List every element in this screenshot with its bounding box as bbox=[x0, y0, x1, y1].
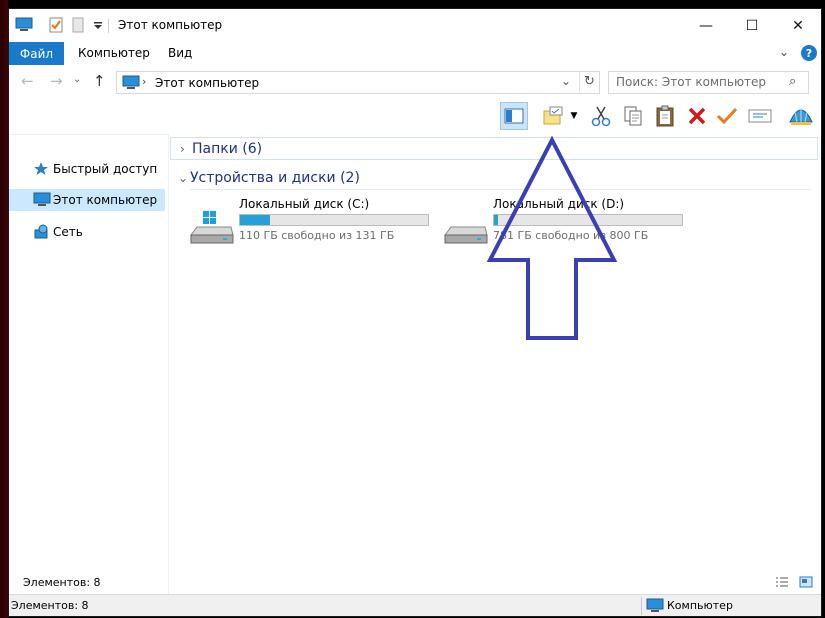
address-row: ← → ⌄ ↑ › Этот компьютер ⌄ ↻ ⌕ bbox=[9, 68, 821, 98]
drive-name: Локальный диск (D:) bbox=[493, 197, 625, 211]
navigation-pane-button[interactable] bbox=[500, 102, 528, 130]
nav-item-this-pc[interactable]: Этот компьютер bbox=[9, 189, 165, 211]
drive-icon bbox=[443, 211, 489, 248]
group-title: Папки (6) bbox=[192, 141, 263, 157]
explorer-window: Этот компьютер — ☐ ✕ Файл Компьютер Вид … bbox=[8, 8, 822, 617]
pane-splitter[interactable] bbox=[168, 134, 169, 594]
network-icon bbox=[33, 224, 49, 243]
new-folder-button[interactable] bbox=[539, 102, 567, 130]
drive-usage-bar bbox=[239, 214, 429, 226]
properties-icon bbox=[748, 109, 772, 123]
new-folder-quick-icon[interactable] bbox=[72, 17, 84, 36]
group-divider bbox=[190, 189, 811, 190]
search-input[interactable] bbox=[616, 75, 786, 89]
refresh-icon[interactable]: ↻ bbox=[584, 74, 595, 89]
titlebar-separator bbox=[108, 19, 109, 33]
group-title: Устройства и диски (2) bbox=[190, 170, 360, 186]
search-icon[interactable]: ⌕ bbox=[789, 74, 796, 89]
outer-status-bar: Элементов: 8 Компьютер bbox=[9, 594, 821, 616]
ribbon-tabs: Файл Компьютер Вид ⌄ ? bbox=[9, 42, 821, 65]
address-bar[interactable]: › Этот компьютер ⌄ ↻ bbox=[116, 71, 600, 94]
breadcrumb[interactable]: Этот компьютер bbox=[155, 76, 259, 90]
minimize-icon: — bbox=[699, 17, 713, 34]
rename-icon bbox=[716, 107, 738, 125]
window-title: Этот компьютер bbox=[118, 18, 223, 32]
tab-file[interactable]: Файл bbox=[9, 42, 64, 65]
search-box[interactable]: ⌕ bbox=[608, 71, 809, 94]
drive-usage-fill bbox=[494, 215, 498, 225]
toolbar: ▼ bbox=[9, 100, 821, 134]
minimize-button[interactable]: — bbox=[683, 9, 729, 42]
nav-item-network[interactable]: Сеть bbox=[9, 221, 165, 243]
details-view-icon[interactable] bbox=[775, 576, 789, 591]
delete-button[interactable] bbox=[683, 102, 711, 130]
item-count: Элементов: 8 bbox=[23, 576, 101, 589]
status-separator bbox=[641, 597, 642, 615]
address-separator bbox=[579, 72, 580, 93]
chevron-right-icon: › bbox=[180, 142, 185, 156]
new-item-dropdown[interactable]: ▼ bbox=[567, 102, 581, 130]
dropdown-arrow-icon: ▼ bbox=[570, 111, 578, 121]
drive-usage-bar bbox=[493, 214, 683, 226]
forward-icon[interactable]: → bbox=[50, 72, 63, 90]
rename-button[interactable] bbox=[713, 102, 741, 130]
group-devices[interactable]: ⌄ Устройства и диски (2) bbox=[169, 167, 819, 191]
drive-c[interactable]: Локальный диск (C:) 110 ГБ свободно из 1… bbox=[171, 197, 429, 244]
properties-button[interactable] bbox=[746, 102, 774, 130]
drive-name: Локальный диск (C:) bbox=[239, 197, 370, 211]
tab-file-label: Файл bbox=[19, 46, 54, 61]
delete-icon bbox=[688, 107, 706, 125]
star-icon bbox=[33, 161, 49, 180]
recent-locations-icon[interactable]: ⌄ bbox=[73, 74, 81, 85]
group-folders[interactable]: › Папки (6) bbox=[170, 137, 818, 160]
drive-free-space: 110 ГБ свободно из 131 ГБ bbox=[239, 229, 395, 242]
paste-button[interactable] bbox=[651, 102, 679, 130]
computer-icon bbox=[122, 75, 140, 93]
paste-icon bbox=[656, 105, 674, 127]
close-icon: ✕ bbox=[792, 17, 804, 34]
title-bar: Этот компьютер — ☐ ✕ bbox=[9, 9, 821, 42]
copy-icon bbox=[624, 106, 642, 126]
system-drive-icon bbox=[189, 211, 235, 248]
back-icon[interactable]: ← bbox=[21, 72, 34, 90]
nav-item-quick-access[interactable]: Быстрый доступ bbox=[9, 158, 165, 180]
properties-quick-icon[interactable] bbox=[49, 17, 63, 36]
navigation-pane-icon bbox=[504, 108, 524, 124]
help-button[interactable]: ? bbox=[801, 45, 817, 61]
nav-item-label: Этот компьютер bbox=[53, 193, 158, 207]
drive-usage-fill bbox=[240, 215, 271, 225]
shell-icon bbox=[789, 108, 813, 125]
computer-icon bbox=[33, 192, 51, 211]
drive-free-space: 781 ГБ свободно из 800 ГБ bbox=[493, 229, 649, 242]
drive-d[interactable]: Локальный диск (D:) 781 ГБ свободно из 8… bbox=[425, 197, 683, 244]
status-bar: Элементов: 8 bbox=[9, 572, 821, 594]
nav-item-label: Быстрый доступ bbox=[53, 162, 158, 176]
tab-view[interactable]: Вид bbox=[168, 46, 192, 60]
new-folder-icon bbox=[543, 106, 563, 125]
expand-ribbon-icon[interactable]: ⌄ bbox=[779, 45, 789, 59]
cut-icon bbox=[591, 106, 611, 127]
address-dropdown-icon[interactable]: ⌄ bbox=[561, 74, 571, 88]
computer-icon bbox=[646, 598, 664, 616]
shell-button[interactable] bbox=[787, 102, 815, 130]
tab-computer[interactable]: Компьютер bbox=[78, 46, 150, 60]
copy-button[interactable] bbox=[619, 102, 647, 130]
chevron-down-icon: ⌄ bbox=[178, 171, 189, 185]
maximize-icon: ☐ bbox=[745, 17, 759, 34]
item-count: Элементов: 8 bbox=[11, 599, 89, 612]
customize-quick-access-icon[interactable] bbox=[93, 20, 103, 34]
nav-item-label: Сеть bbox=[53, 225, 83, 239]
status-location: Компьютер bbox=[667, 599, 733, 612]
breadcrumb-chevron-icon[interactable]: › bbox=[142, 75, 146, 88]
close-button[interactable]: ✕ bbox=[775, 9, 821, 42]
cut-button[interactable] bbox=[587, 102, 615, 130]
large-icons-view-icon[interactable] bbox=[799, 576, 813, 591]
up-icon[interactable]: ↑ bbox=[93, 72, 106, 90]
navigation-pane: Быстрый доступ Этот компьютер Сеть bbox=[9, 134, 168, 594]
computer-icon bbox=[15, 17, 33, 36]
help-icon: ? bbox=[805, 46, 813, 60]
maximize-button[interactable]: ☐ bbox=[729, 9, 775, 42]
